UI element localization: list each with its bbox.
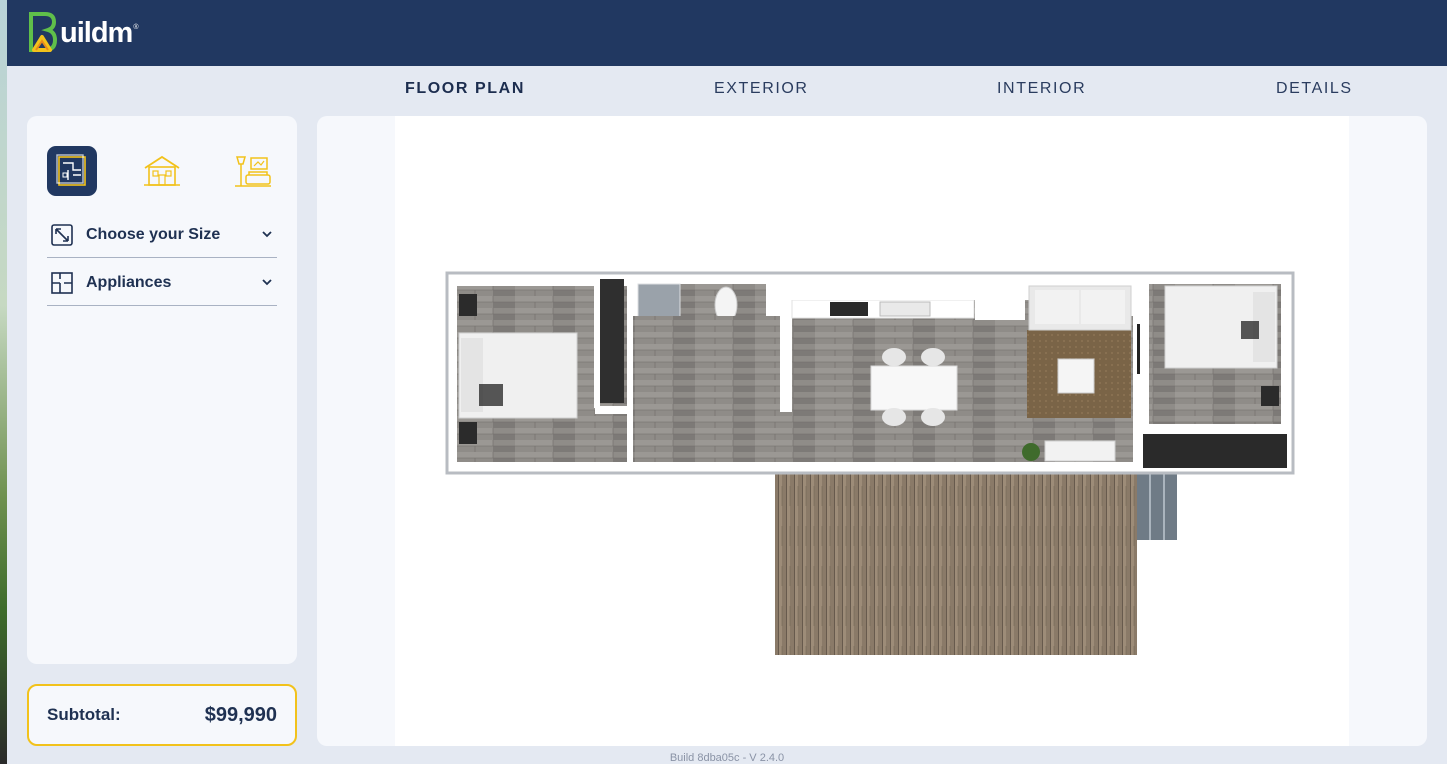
trademark-mark: ®	[133, 23, 139, 31]
house-exterior-icon	[144, 155, 180, 186]
chevron-down-icon	[262, 279, 272, 286]
appliances-label: Appliances	[86, 273, 172, 291]
tab-floor-plan[interactable]: FLOOR PLAN	[405, 80, 525, 98]
exterior-mode-button[interactable]	[137, 146, 187, 196]
choose-size-label: Choose your Size	[86, 225, 221, 243]
tab-interior[interactable]: INTERIOR	[997, 80, 1086, 98]
nightstand	[1261, 386, 1279, 406]
tab-details[interactable]: DETAILS	[1276, 80, 1353, 98]
resize-icon	[51, 223, 73, 246]
subtotal-value: $99,990	[204, 703, 277, 726]
configurator-sidebar: Choose your Size Appliances	[27, 116, 297, 664]
chevron-down-icon	[262, 231, 272, 238]
subtotal-box: Subtotal: $99,990	[27, 684, 297, 746]
choose-size-accordion[interactable]: Choose your Size	[47, 212, 277, 258]
closet	[1143, 434, 1287, 468]
stovetop	[830, 302, 868, 316]
top-bar: uildm ®	[7, 0, 1447, 66]
deck	[775, 471, 1137, 655]
logo-mark-icon	[29, 12, 58, 52]
nightstand	[459, 294, 477, 316]
floor-plan-render	[445, 271, 1295, 655]
layout-icon	[51, 271, 73, 294]
dining-table	[870, 365, 958, 411]
floor-plan-mode-button[interactable]	[47, 146, 97, 196]
interior-mode-button[interactable]	[227, 146, 277, 196]
kitchen-counter	[780, 286, 792, 412]
interior-room-icon	[235, 156, 271, 187]
closet	[600, 279, 624, 403]
coffee-table	[1057, 358, 1095, 394]
buildm-logo[interactable]: uildm ®	[27, 10, 139, 54]
main-tabs: FLOOR PLAN EXTERIOR INTERIOR DETAILS	[0, 80, 1447, 104]
tab-exterior[interactable]: EXTERIOR	[714, 80, 809, 98]
subtotal-label: Subtotal:	[47, 705, 121, 724]
appliances-accordion[interactable]: Appliances	[47, 260, 277, 306]
nightstand	[459, 422, 477, 444]
plant	[1022, 443, 1040, 461]
stairs	[1137, 474, 1177, 540]
build-version: Build 8dba05c - V 2.4.0	[669, 752, 785, 764]
kitchen-sink	[879, 301, 931, 317]
floor-plan-viewer	[317, 116, 1427, 746]
floor-plan-canvas[interactable]	[395, 116, 1349, 746]
floor-plan-icon	[56, 154, 86, 186]
tv-console	[1044, 440, 1116, 462]
brand-name: uildm	[60, 16, 133, 49]
background-strip	[0, 0, 7, 764]
